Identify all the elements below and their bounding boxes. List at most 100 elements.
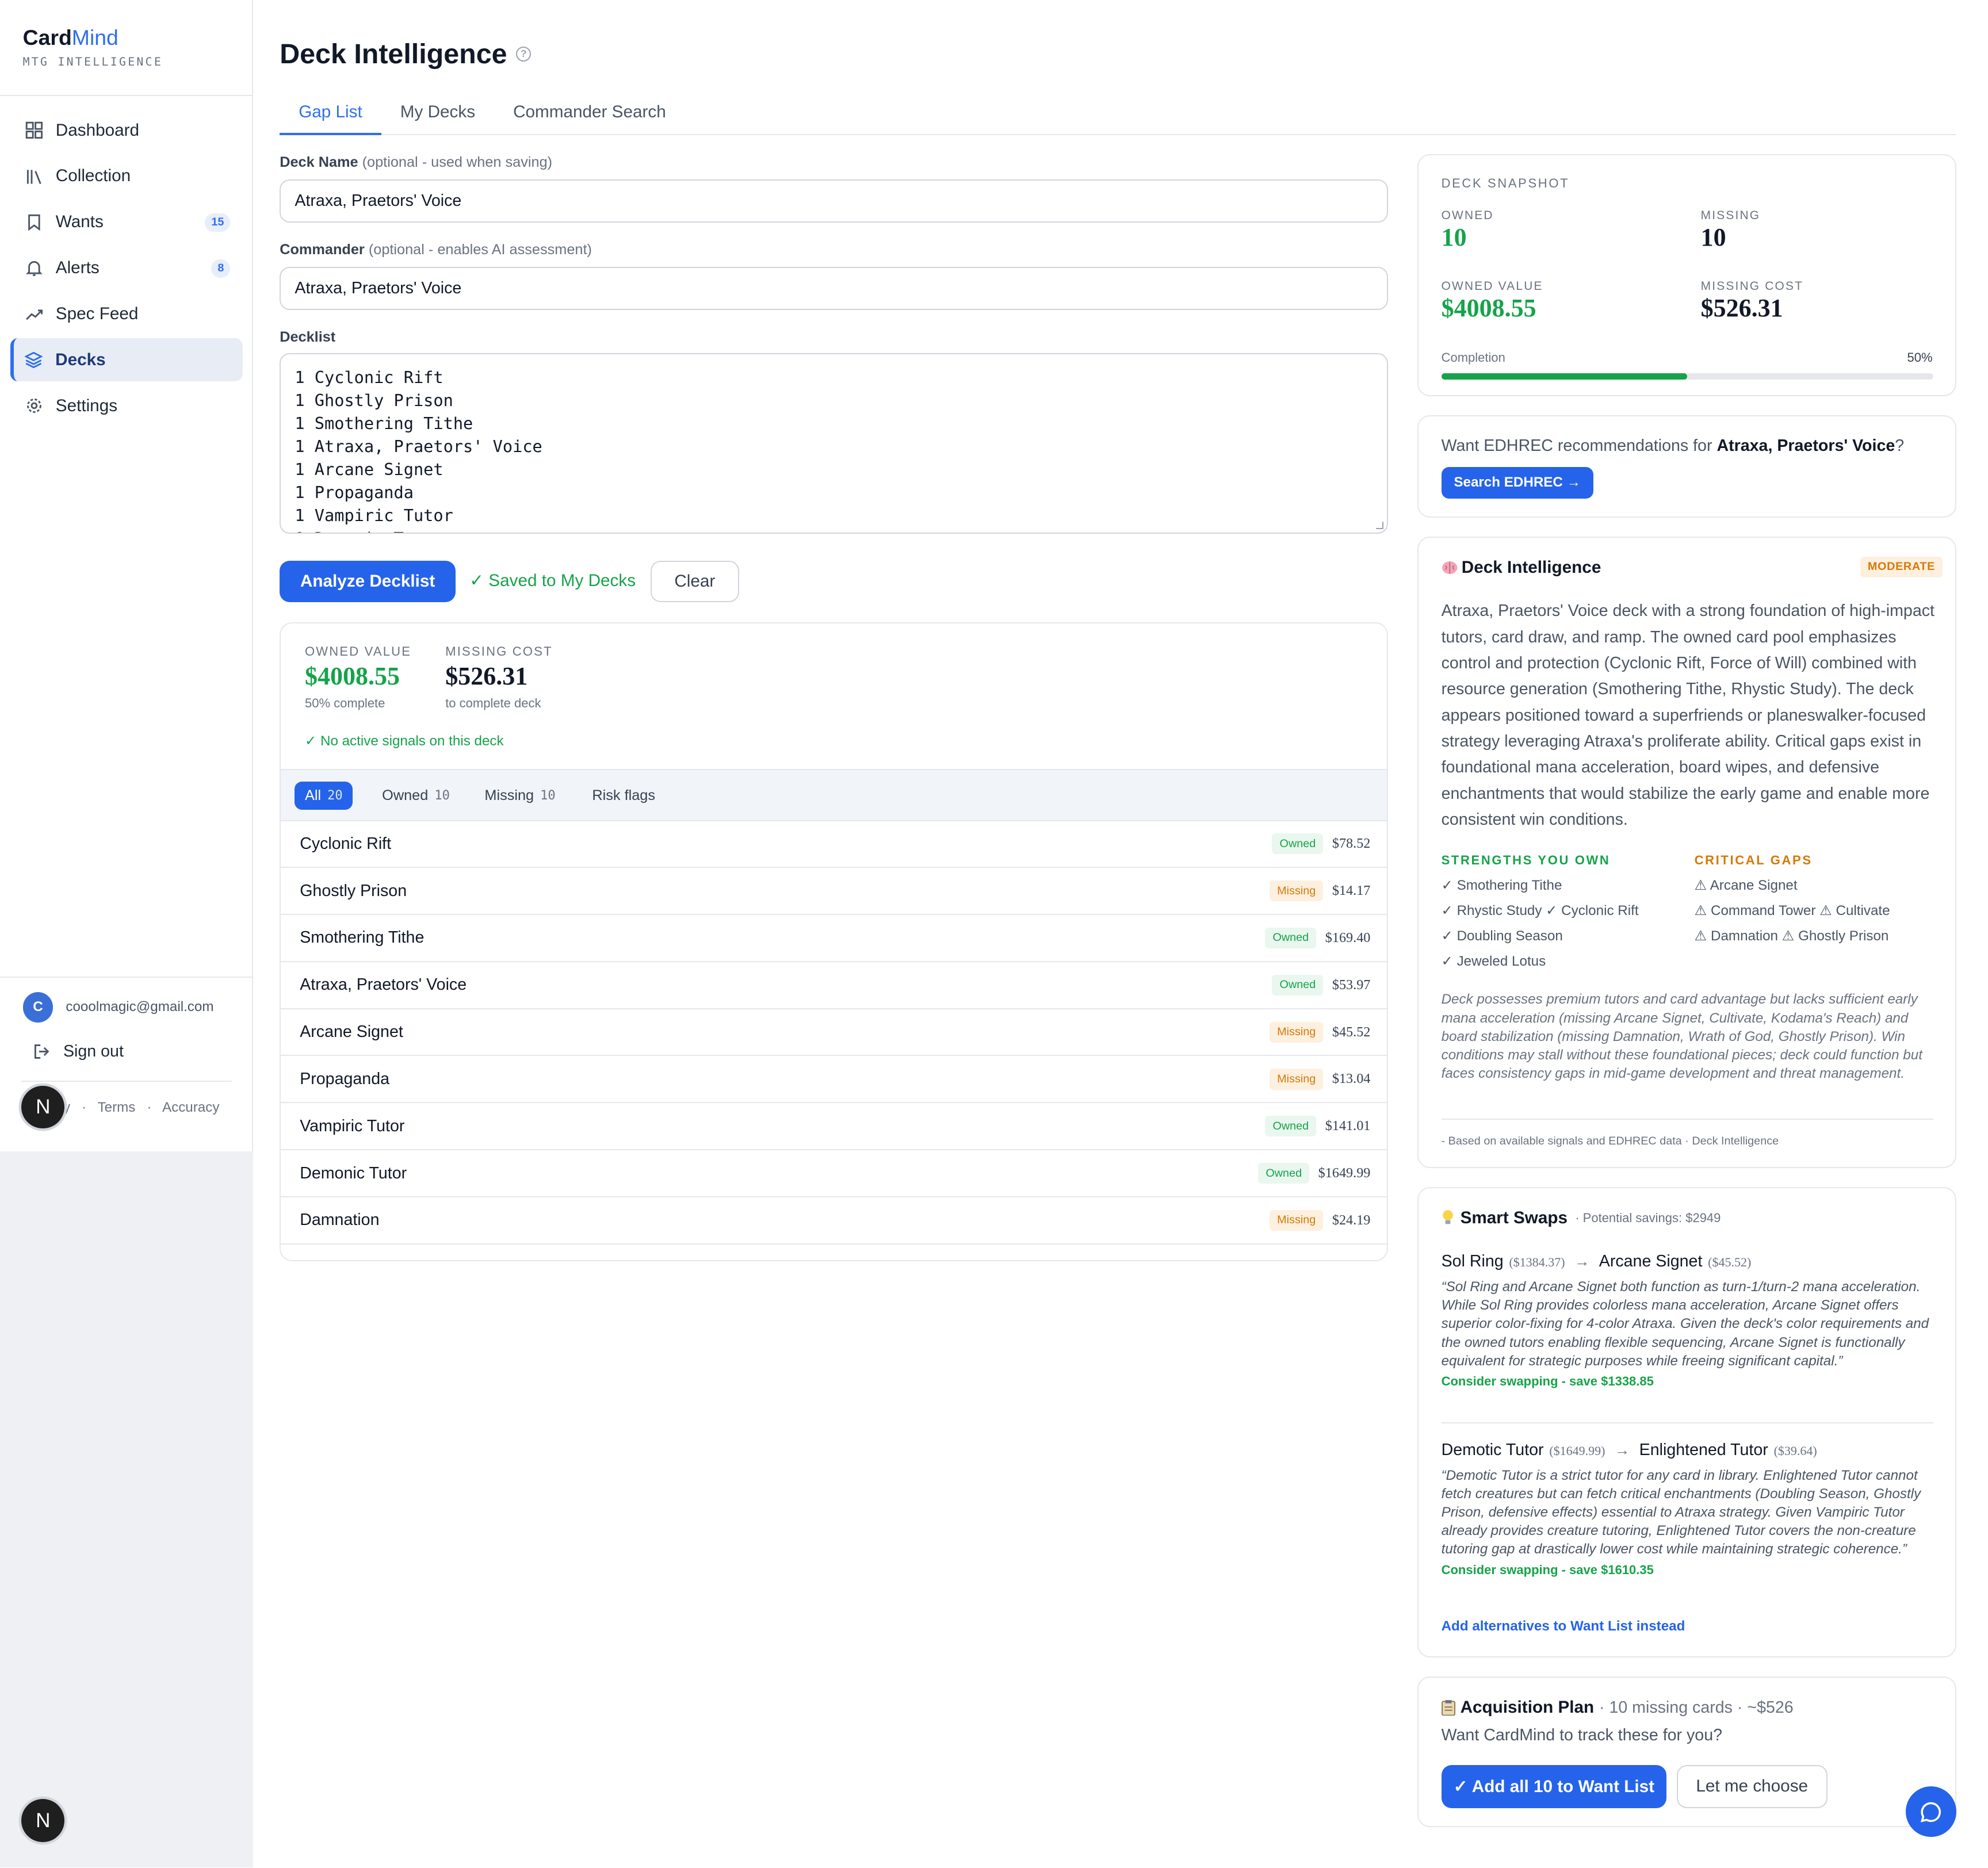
sidebar-item-collection[interactable]: Collection <box>10 155 243 198</box>
card-name: Ghostly Prison <box>300 881 407 900</box>
commander-input[interactable]: Atraxa, Praetors' Voice <box>280 267 1389 310</box>
sidebar-item-label: Settings <box>55 396 118 415</box>
sign-out-button[interactable]: Sign out <box>30 1040 124 1063</box>
swap-from-price: ($1384.37) <box>1509 1255 1565 1270</box>
filter-label: Risk flags <box>592 787 656 803</box>
assessment-badge: MODERATE <box>1860 556 1943 577</box>
status-badge: Owned <box>1272 974 1324 996</box>
sidebar-item-label: Alerts <box>55 258 100 278</box>
terms-link[interactable]: Terms <box>98 1100 136 1115</box>
swaps-savings: · Potential savings: $2949 <box>1575 1210 1721 1225</box>
sidebar-item-wants[interactable]: Wants 15 <box>10 201 243 244</box>
filter-risk-flags[interactable]: Risk flags <box>582 782 666 809</box>
resize-handle[interactable] <box>1375 521 1383 529</box>
clear-button[interactable]: Clear <box>650 560 739 603</box>
card-name: Arcane Signet <box>300 1023 403 1042</box>
edhrec-prompt-suffix: ? <box>1895 436 1905 455</box>
snapshot-missing: MISSING 10 <box>1701 209 1761 252</box>
sidebar-item-settings[interactable]: Settings <box>10 384 243 427</box>
sidebar-item-label: Dashboard <box>55 120 140 140</box>
decklist-line: 1 Demonic Tutor <box>295 527 1373 533</box>
sidebar-item-alerts[interactable]: Alerts 8 <box>10 247 243 290</box>
tab-my-decks[interactable]: My Decks <box>381 91 494 135</box>
trending-up-icon <box>23 303 46 326</box>
filter-count: 10 <box>434 788 450 803</box>
app-logo[interactable]: CardMind MTG INTELLIGENCE <box>23 25 163 68</box>
tab-gap-list[interactable]: Gap List <box>280 91 381 136</box>
sidebar-item-decks[interactable]: Decks <box>10 338 243 382</box>
tab-commander-search[interactable]: Commander Search <box>494 91 685 135</box>
swap-rationale: “Sol Ring and Arcane Signet both functio… <box>1441 1279 1929 1369</box>
saved-status: ✓ Saved to My Decks <box>469 571 636 591</box>
swap-savings-note: Consider swapping - save $1610.35 <box>1441 1563 1654 1578</box>
acquisition-question: Want CardMind to track these for you? <box>1441 1725 1723 1744</box>
card-row[interactable]: Damnation Missing $24.19 <box>281 1197 1387 1245</box>
card-row[interactable]: Propaganda Missing $13.04 <box>281 1057 1387 1104</box>
tab-bar: Gap List My Decks Commander Search <box>280 91 1957 136</box>
filter-label: All <box>304 787 322 803</box>
gaps-label: CRITICAL GAPS <box>1694 852 1813 867</box>
sidebar-item-dashboard[interactable]: Dashboard <box>10 109 243 152</box>
chat-button[interactable] <box>1906 1786 1957 1838</box>
gaps-list: ⚠ Arcane Signet ⚠ Command Tower ⚠ Cultiv… <box>1695 873 1890 949</box>
card-row[interactable]: Arcane Signet Missing $45.52 <box>281 1009 1387 1057</box>
card-row[interactable]: Ghostly Prison Missing $14.17 <box>281 868 1387 915</box>
card-row[interactable]: Smothering Tithe Owned $169.40 <box>281 915 1387 962</box>
card-price: $13.04 <box>1332 1071 1371 1087</box>
acquisition-header: Acquisition Plan · 10 missing cards · ~$… <box>1441 1698 1794 1717</box>
card-row[interactable]: Demonic Tutor Owned $1649.99 <box>281 1150 1387 1197</box>
card-row[interactable]: Atraxa, Praetors' Voice Owned $53.97 <box>281 962 1387 1009</box>
deck-name-label: Deck Name (optional - used when saving) <box>280 154 552 171</box>
decklist-line: 1 Propaganda <box>295 482 414 502</box>
user-profile[interactable]: C cooolmagic@gmail.com <box>22 992 214 1023</box>
smart-swaps-panel: Smart Swaps · Potential savings: $2949 S… <box>1417 1186 1957 1658</box>
app-name-part2: Mind <box>71 25 118 49</box>
accuracy-link[interactable]: Accuracy <box>162 1100 219 1115</box>
status-badge: Missing <box>1269 881 1324 902</box>
card-name: Cyclonic Rift <box>300 834 392 853</box>
card-row[interactable]: Cyclonic Rift Owned $78.52 <box>281 821 1387 868</box>
app-subtitle: MTG INTELLIGENCE <box>22 55 163 68</box>
add-alternatives-link[interactable]: Add alternatives to Want List instead <box>1442 1618 1685 1635</box>
status-badge: Owned <box>1265 1116 1317 1137</box>
help-icon[interactable]: ? <box>515 46 532 62</box>
dev-tools-badge[interactable]: N <box>21 1085 65 1129</box>
owned-completion: 50% complete <box>304 695 385 710</box>
owned-value-stat: OWNED VALUE $4008.55 50% complete <box>305 644 411 711</box>
decklist-line: 1 Atraxa, Praetors' Voice <box>295 436 542 456</box>
brain-icon <box>1442 561 1458 575</box>
edhrec-prompt: Want EDHREC recommendations for Atraxa, … <box>1442 437 1905 455</box>
deck-snapshot-panel: DECK SNAPSHOT OWNED 10 MISSING 10 OWNED … <box>1417 154 1957 396</box>
snapshot-missing-cost-label: MISSING COST <box>1700 279 1804 293</box>
app-name-part1: Card <box>22 25 72 49</box>
divider <box>1441 1422 1934 1423</box>
sidebar-item-spec-feed[interactable]: Spec Feed <box>10 293 243 336</box>
filter-missing[interactable]: Missing 10 <box>475 782 565 809</box>
card-row[interactable]: Vampiric Tutor Owned $141.01 <box>281 1104 1387 1151</box>
search-edhrec-button[interactable]: Search EDHREC → <box>1441 466 1593 499</box>
decklist-line: 1 Arcane Signet <box>295 459 444 479</box>
decklist-textarea[interactable]: 1 Cyclonic Rift 1 Ghostly Prison 1 Smoth… <box>280 353 1389 534</box>
filter-owned[interactable]: Owned 10 <box>372 782 460 809</box>
decklist-line: 1 Smothering Tithe <box>295 413 473 433</box>
filter-all[interactable]: All 20 <box>295 782 353 810</box>
analyze-decklist-button[interactable]: Analyze Decklist <box>280 560 456 603</box>
swap-to-card: Arcane Signet <box>1599 1252 1703 1271</box>
deck-name-hint: (optional - used when saving) <box>362 154 553 171</box>
strengths-label: STRENGTHS YOU OWN <box>1441 852 1611 867</box>
results-panel: OWNED VALUE $4008.55 50% complete MISSIN… <box>280 622 1389 1262</box>
layers-icon <box>22 349 45 372</box>
dev-tools-badge[interactable]: N <box>21 1799 65 1843</box>
deck-name-label-text: Deck Name <box>280 154 358 171</box>
let-me-choose-button[interactable]: Let me choose <box>1676 1764 1828 1808</box>
add-all-to-want-list-button[interactable]: ✓ Add all 10 to Want List <box>1441 1764 1667 1808</box>
divider <box>0 977 252 978</box>
swap-item: Sol Ring ($1384.37) → Arcane Signet ($45… <box>1442 1249 1937 1389</box>
sidebar-nav: Dashboard Collection Wants 15 Alerts 8 S… <box>10 109 243 430</box>
card-price: $169.40 <box>1325 929 1371 946</box>
divider <box>21 1080 232 1082</box>
list-clip <box>281 1257 1387 1261</box>
status-badge: Missing <box>1269 1021 1324 1043</box>
swap-from-card: Sol Ring <box>1441 1252 1504 1271</box>
deck-name-input[interactable]: Atraxa, Praetors' Voice <box>280 179 1389 223</box>
